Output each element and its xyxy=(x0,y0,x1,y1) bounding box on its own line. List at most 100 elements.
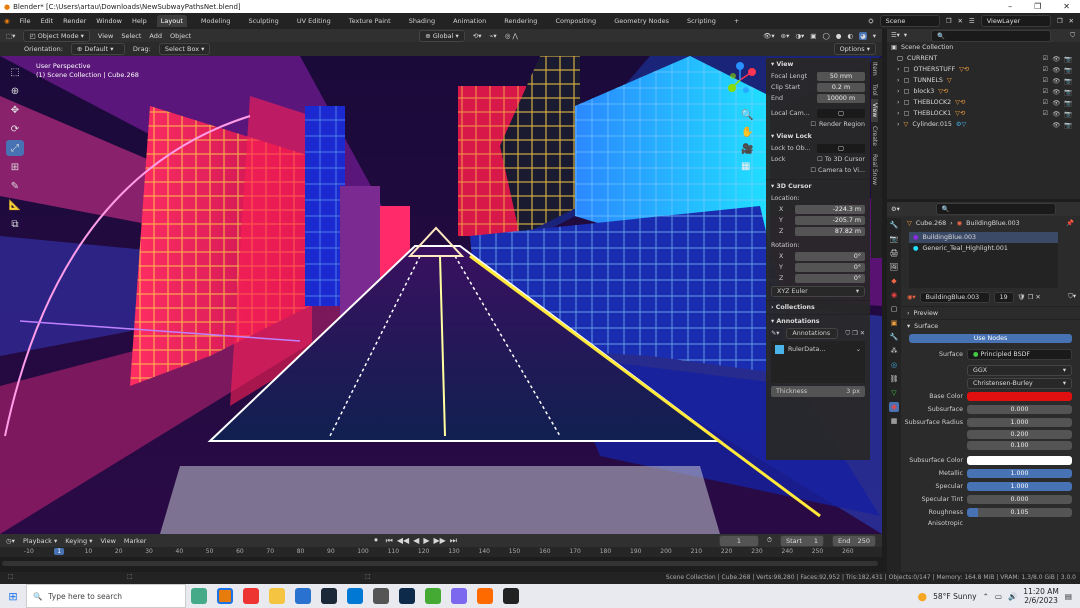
camera-icon[interactable]: 📷 xyxy=(1064,121,1072,129)
transform-orientation[interactable]: ⊕ Global ▾ xyxy=(419,29,465,42)
copy-viewlayer-icon[interactable]: ❐ xyxy=(1057,17,1063,25)
outliner-editor-icon[interactable]: ☰▾ xyxy=(891,32,900,39)
material-tab-icon[interactable]: ◉ xyxy=(889,402,899,412)
shading-solid-icon[interactable]: ● xyxy=(836,32,842,40)
checkbox-icon[interactable]: ☑ xyxy=(1043,55,1049,63)
view-layer-tab-icon[interactable]: 🖼 xyxy=(889,262,899,272)
tray-chevron-icon[interactable]: ⌃ xyxy=(983,592,989,601)
select-box-tool-icon[interactable]: ⬚ xyxy=(6,64,24,80)
subsurface-field[interactable]: 0.000 xyxy=(967,405,1072,414)
lock-to-object-field[interactable]: ▢ xyxy=(817,144,865,153)
camera-icon[interactable]: 📷 xyxy=(1064,99,1072,107)
options-button[interactable]: Options ▾ xyxy=(833,43,876,55)
material-name-field[interactable]: BuildingBlue.003 xyxy=(919,291,990,303)
tab-geometry-nodes[interactable]: Geometry Nodes xyxy=(610,15,673,27)
focal-length-field[interactable]: 50 mm xyxy=(817,72,865,81)
material-slot-2[interactable]: ● Generic_Teal_Highlight.001 xyxy=(909,243,1058,254)
jump-start-icon[interactable]: ⏮ xyxy=(386,536,393,546)
close-button[interactable]: ✕ xyxy=(1063,2,1070,11)
tab-animation[interactable]: Animation xyxy=(449,15,490,27)
tab-item[interactable]: Item xyxy=(871,58,878,80)
subsurface-color-swatch[interactable] xyxy=(967,456,1072,465)
maximize-button[interactable]: ❐ xyxy=(1034,2,1041,11)
menu-edit[interactable]: Edit xyxy=(41,17,54,25)
expand-icon[interactable]: › xyxy=(897,121,900,128)
ortho-grid-icon[interactable]: ▦ xyxy=(741,161,753,172)
annotation-layer-list[interactable]: RulerData... ⌄ xyxy=(771,341,865,383)
local-camera-field[interactable]: ▢ xyxy=(817,109,865,118)
subsurface-radius-x[interactable]: 1.000 xyxy=(967,418,1072,427)
file-explorer-icon[interactable] xyxy=(269,588,285,604)
obs-icon[interactable] xyxy=(373,588,389,604)
shading-wire-icon[interactable]: ◯ xyxy=(822,32,829,40)
gizmo-icon[interactable]: ⊛▾ xyxy=(781,32,790,40)
pin-icon[interactable]: 📌 xyxy=(1066,219,1080,227)
base-color-swatch[interactable] xyxy=(967,392,1072,401)
subsurface-method-select[interactable]: Christensen-Burley ▾ xyxy=(967,378,1072,389)
texture-tab-icon[interactable]: ▦ xyxy=(889,416,899,426)
checkbox-icon[interactable]: ☑ xyxy=(1043,110,1049,118)
menu-add[interactable]: Add xyxy=(149,32,162,40)
start-frame-field[interactable]: Start 1 xyxy=(780,534,824,547)
menu-object[interactable]: Object xyxy=(170,32,191,40)
outliner-item-otherstuff[interactable]: OTHERSTUFF xyxy=(913,66,955,73)
constraints-tab-icon[interactable]: ⛓ xyxy=(889,374,899,384)
expand-icon[interactable]: › xyxy=(897,88,900,95)
physics-tab-icon[interactable]: ◎ xyxy=(889,360,899,370)
tab-scripting[interactable]: Scripting xyxy=(683,15,720,27)
weather-text[interactable]: 58°F Sunny xyxy=(933,592,976,601)
use-nodes-button[interactable]: Use Nodes xyxy=(909,334,1072,343)
object-tab-icon[interactable]: ▣ xyxy=(889,318,899,328)
timeline-scrollbar[interactable] xyxy=(2,561,878,566)
view-lock-header[interactable]: ▾ View Lock xyxy=(766,130,870,143)
collection-tab-icon[interactable]: ▢ xyxy=(889,304,899,314)
view-section-header[interactable]: ▾ View xyxy=(766,58,870,71)
jump-end-icon[interactable]: ⏭ xyxy=(450,536,457,546)
link-icon[interactable]: ⛉▾ xyxy=(1068,293,1080,301)
world-tab-icon[interactable]: ◉ xyxy=(889,290,899,300)
cursor-y-field[interactable]: -205.7 m xyxy=(795,216,865,225)
windows-start-icon[interactable]: ⊞ xyxy=(0,590,26,603)
scene-field[interactable]: Scene xyxy=(879,15,940,27)
tab-layout[interactable]: Layout xyxy=(156,15,187,27)
thickness-field[interactable]: 3 px xyxy=(846,388,860,395)
roughness-slider[interactable]: 0.105 xyxy=(967,508,1072,517)
tool-tab-icon[interactable]: 🔧 xyxy=(889,220,899,230)
checkbox-icon[interactable]: ☑ xyxy=(1043,77,1049,85)
outliner-item-theblock1[interactable]: THEBLOCK1 xyxy=(913,110,951,117)
delete-viewlayer-icon[interactable]: ✕ xyxy=(1069,17,1074,25)
tab-shading[interactable]: Shading xyxy=(405,15,439,27)
orientation-select[interactable]: ⊕ Default ▾ xyxy=(70,43,125,55)
task-view-icon[interactable] xyxy=(191,588,207,604)
end-frame-field[interactable]: End 250 xyxy=(832,534,876,547)
shading-material-icon[interactable]: ◐ xyxy=(847,32,853,40)
network-icon[interactable]: ▭ xyxy=(995,592,1002,601)
metallic-slider[interactable]: 1.000 xyxy=(967,469,1072,478)
camera-icon[interactable]: 📷 xyxy=(1064,110,1072,118)
expand-icon[interactable]: › xyxy=(897,110,900,117)
blender-menu-icon[interactable]: ◉ xyxy=(4,17,10,25)
xray-icon[interactable]: ▣ xyxy=(810,32,816,40)
tab-rendering[interactable]: Rendering xyxy=(500,15,541,27)
store-icon[interactable] xyxy=(295,588,311,604)
eye-icon[interactable]: 👁 xyxy=(1052,88,1060,96)
expand-icon[interactable]: › xyxy=(897,99,900,106)
next-key-icon[interactable]: ▶▶ xyxy=(433,536,445,546)
shading-options-icon[interactable]: ▾ xyxy=(873,32,876,40)
cursor-x-field[interactable]: -224.3 m xyxy=(795,205,865,214)
euler-select[interactable]: XYZ Euler ▾ xyxy=(771,286,865,297)
pivot-icon[interactable]: ⟲▾ xyxy=(473,32,482,40)
eye-icon[interactable]: 👁 xyxy=(1052,121,1060,129)
eye-icon[interactable]: 👁 xyxy=(1052,77,1060,85)
shading-rendered-icon[interactable]: ◕ xyxy=(859,31,867,40)
outliner-item-block3[interactable]: block3 xyxy=(913,88,934,95)
rotate-tool-icon[interactable]: ⟳ xyxy=(6,121,24,137)
clock-date[interactable]: 2/6/2023 xyxy=(1024,596,1058,605)
rot-y-field[interactable]: 0° xyxy=(795,263,865,272)
prev-key-icon[interactable]: ◀◀ xyxy=(397,536,409,546)
menu-window[interactable]: Window xyxy=(96,17,122,25)
layer-visibility-icon[interactable]: ⌄ xyxy=(856,346,861,353)
speaker-icon[interactable]: 🔊 xyxy=(1008,592,1017,601)
outliner-scene-collection[interactable]: Scene Collection xyxy=(901,44,953,51)
preview-range-icon[interactable]: ⏱ xyxy=(767,536,772,545)
